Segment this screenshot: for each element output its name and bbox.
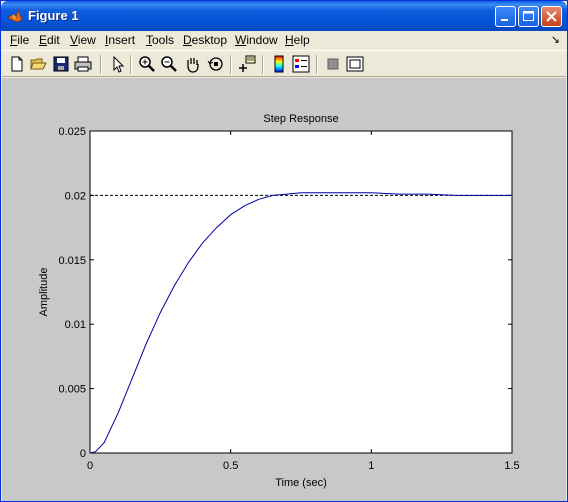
minimize-button[interactable]	[495, 6, 516, 27]
data-cursor-icon[interactable]	[238, 55, 256, 73]
chart-title: Step Response	[263, 113, 338, 125]
window-title: Figure 1	[28, 8, 79, 23]
y-axis-label: Amplitude	[38, 268, 50, 317]
print-icon[interactable]	[74, 55, 92, 73]
menu-desktop[interactable]: Desktop	[183, 33, 227, 47]
menu-file[interactable]: File	[10, 33, 29, 47]
x-tick-label: 1	[368, 460, 374, 472]
menu-window[interactable]: Window	[235, 33, 278, 47]
legend-icon[interactable]	[292, 55, 310, 73]
y-tick-label: 0.025	[58, 126, 86, 138]
step-response-chart[interactable]: 0 0.5 1 1.5 0 0.005 0.01 0.015 0.02 0.025 Step Re…	[2, 78, 566, 501]
hide-plot-tools-icon[interactable]	[324, 55, 342, 73]
menu-bar: File Edit View Insert Tools Desktop Wind…	[2, 31, 566, 50]
y-tick-label: 0	[80, 448, 86, 460]
y-tick-label: 0.01	[65, 319, 86, 331]
rotate-3d-icon[interactable]	[207, 55, 225, 73]
figure-toolbar	[2, 50, 566, 77]
menu-view[interactable]: View	[70, 33, 96, 47]
maximize-button[interactable]	[518, 6, 539, 27]
y-tick-label: 0.02	[65, 190, 86, 202]
menu-tools[interactable]: Tools	[146, 33, 174, 47]
x-tick-label: 0	[87, 460, 93, 472]
menu-help[interactable]: Help	[285, 33, 310, 47]
figure-canvas: 0 0.5 1 1.5 0 0.005 0.01 0.015 0.02 0.025 Step Re…	[2, 78, 566, 501]
title-bar[interactable]: Figure 1	[1, 1, 567, 31]
matlab-logo-icon	[7, 9, 23, 23]
zoom-in-icon[interactable]	[138, 55, 156, 73]
new-file-icon[interactable]	[8, 55, 26, 73]
zoom-out-icon[interactable]	[160, 55, 178, 73]
close-button[interactable]	[541, 6, 562, 27]
figure-window: Figure 1 File Edit View Insert Tools Des…	[0, 0, 568, 502]
x-axis-label: Time (sec)	[275, 477, 327, 489]
y-tick-label: 0.005	[58, 384, 86, 396]
menu-insert[interactable]: Insert	[105, 33, 135, 47]
x-tick-label: 0.5	[223, 460, 238, 472]
axes-box	[89, 130, 513, 454]
open-folder-icon[interactable]	[30, 55, 48, 73]
maximize-icon	[523, 11, 534, 21]
save-icon[interactable]	[52, 55, 70, 73]
menu-edit[interactable]: Edit	[39, 33, 60, 47]
y-tick-label: 0.015	[58, 255, 86, 267]
minimize-icon	[501, 19, 508, 21]
show-plot-tools-icon[interactable]	[346, 55, 364, 73]
close-icon	[546, 11, 557, 22]
pan-hand-icon[interactable]	[184, 55, 202, 73]
pointer-icon[interactable]	[108, 55, 126, 73]
x-tick-label: 1.5	[504, 460, 519, 472]
colorbar-icon[interactable]	[270, 55, 288, 73]
dock-arrow-icon[interactable]: ↘	[551, 33, 560, 46]
